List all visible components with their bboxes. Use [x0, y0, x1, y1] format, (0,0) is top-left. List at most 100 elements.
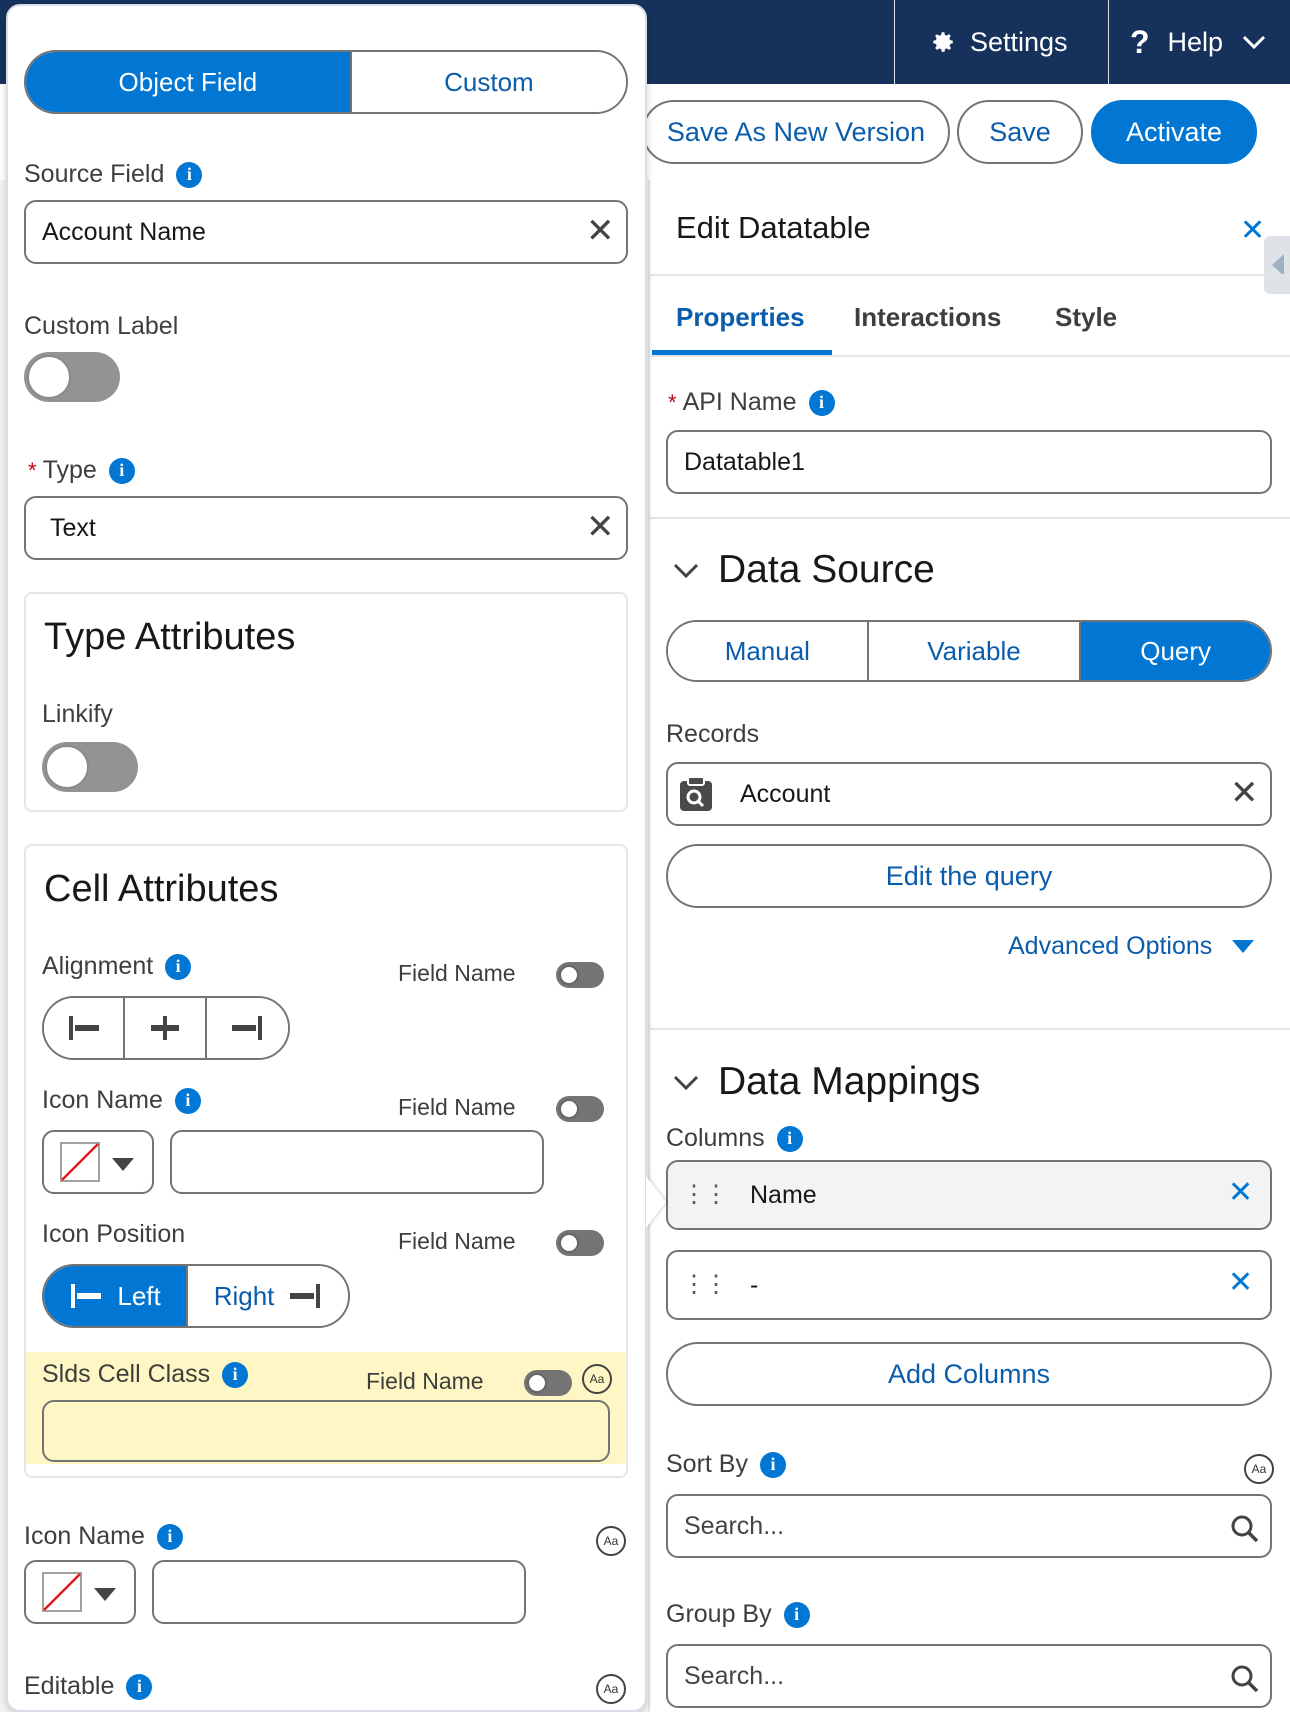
icon-name-input[interactable]	[170, 1130, 544, 1194]
info-icon: i	[222, 1361, 249, 1388]
panel-title: Edit Datatable	[676, 210, 871, 245]
chevron-down-icon	[1243, 35, 1266, 50]
align-center-icon	[151, 1016, 180, 1040]
icon-name-label: Icon Name i	[42, 1086, 201, 1115]
info-icon: i	[783, 1601, 810, 1628]
activate-button[interactable]: Activate	[1091, 100, 1257, 164]
type-input[interactable]: Text ✕	[24, 496, 628, 560]
group-by-placeholder: Search...	[684, 1661, 785, 1690]
help-label: Help	[1167, 26, 1224, 57]
align-left-button[interactable]	[44, 998, 126, 1058]
save-as-new-version-button[interactable]: Save As New Version	[642, 100, 950, 164]
formula-mode-icon[interactable]: Aa	[596, 1674, 626, 1704]
icon-position-field-name-toggle[interactable]	[556, 1230, 604, 1256]
sort-by-label: Sort By i	[666, 1450, 786, 1479]
data-source-section-header[interactable]: Data Source	[672, 548, 935, 592]
slds-cell-class-input[interactable]	[42, 1400, 610, 1462]
clear-source-field-icon[interactable]: ✕	[586, 214, 615, 248]
linkify-label: Linkify	[42, 700, 113, 728]
tab-style[interactable]: Style	[1055, 302, 1117, 333]
chevron-left-icon	[1272, 254, 1284, 276]
segment-custom[interactable]: Custom	[351, 52, 626, 112]
remove-column-icon[interactable]: ✕	[1228, 1268, 1253, 1298]
linkify-toggle[interactable]	[42, 742, 138, 792]
divider	[650, 355, 1290, 357]
advanced-options-link[interactable]: Advanced Options	[1008, 932, 1255, 961]
clear-type-icon[interactable]: ✕	[586, 510, 615, 544]
align-left-icon	[68, 1016, 99, 1040]
settings-menu[interactable]: Settings	[930, 14, 1068, 70]
chevron-down-icon	[673, 563, 699, 579]
source-field-input[interactable]: Account Name ✕	[24, 200, 628, 264]
popover-pointer	[646, 1176, 666, 1228]
column-row[interactable]: ⋮⋮ - ✕	[666, 1250, 1272, 1320]
tab-properties[interactable]: Properties	[676, 302, 805, 333]
info-icon: i	[776, 1125, 803, 1152]
icon-name-input[interactable]	[152, 1560, 526, 1624]
close-panel-icon[interactable]: ✕	[1240, 216, 1265, 246]
info-icon: i	[759, 1451, 786, 1478]
divider	[650, 1028, 1290, 1030]
caret-down-icon	[112, 1158, 134, 1171]
segment-manual[interactable]: Manual	[668, 622, 869, 680]
info-icon: i	[156, 1523, 183, 1550]
field-name-label: Field Name	[398, 960, 516, 986]
tab-interactions[interactable]: Interactions	[854, 302, 1001, 333]
divider	[650, 517, 1290, 519]
formula-mode-icon[interactable]: Aa	[1244, 1454, 1274, 1484]
gear-icon	[933, 32, 953, 52]
custom-label-label: Custom Label	[24, 312, 179, 340]
info-icon: i	[165, 953, 192, 980]
save-as-new-version-label: Save As New Version	[666, 116, 926, 147]
column-row[interactable]: ⋮⋮ Name ✕	[666, 1160, 1272, 1230]
group-by-input[interactable]: Search...	[666, 1644, 1272, 1708]
formula-mode-icon[interactable]: Aa	[596, 1526, 626, 1556]
collapse-handle[interactable]	[1264, 236, 1290, 294]
data-source-segmented-control: Manual Variable Query	[666, 620, 1272, 682]
field-name-label: Field Name	[398, 1094, 516, 1120]
records-value: Account	[740, 779, 831, 808]
remove-column-icon[interactable]: ✕	[1228, 1178, 1253, 1208]
no-icon-icon	[42, 1572, 82, 1612]
icon-position-right-label: Right	[213, 1280, 275, 1311]
api-name-input[interactable]: Datatable1	[666, 430, 1272, 494]
records-label: Records	[666, 720, 760, 748]
icon-picker[interactable]	[24, 1560, 136, 1624]
record-lookup-icon	[680, 776, 712, 811]
drag-handle-icon[interactable]: ⋮⋮	[682, 1183, 728, 1207]
segment-variable[interactable]: Variable	[868, 622, 1082, 680]
records-input[interactable]: Account ✕	[666, 762, 1272, 826]
alignment-field-name-toggle[interactable]	[556, 962, 604, 988]
edit-query-button[interactable]: Edit the query	[666, 844, 1272, 908]
segment-object-field[interactable]: Object Field	[26, 52, 352, 112]
cell-attributes-title: Cell Attributes	[44, 868, 279, 910]
icon-position-right-button[interactable]: Right	[188, 1266, 348, 1326]
slds-cell-class-field-name-toggle[interactable]	[524, 1370, 572, 1396]
drag-handle-icon[interactable]: ⋮⋮	[682, 1273, 728, 1297]
formula-mode-icon[interactable]: Aa	[582, 1364, 612, 1394]
caret-down-icon	[94, 1588, 116, 1601]
mode-segmented-control: Object Field Custom	[24, 50, 628, 114]
help-menu[interactable]: ? Help	[1130, 14, 1281, 70]
align-left-icon	[71, 1284, 102, 1308]
align-right-button[interactable]	[206, 998, 288, 1058]
save-button[interactable]: Save	[957, 100, 1083, 164]
icon-name-field-name-toggle[interactable]	[556, 1096, 604, 1122]
sort-by-input[interactable]: Search...	[666, 1494, 1272, 1558]
header-divider	[894, 0, 895, 84]
add-columns-button[interactable]: Add Columns	[666, 1342, 1272, 1406]
align-center-button[interactable]	[125, 998, 207, 1058]
data-mappings-heading: Data Mappings	[718, 1060, 981, 1103]
type-attributes-title: Type Attributes	[44, 616, 296, 658]
clear-records-icon[interactable]: ✕	[1230, 776, 1259, 810]
data-mappings-section-header[interactable]: Data Mappings	[672, 1060, 980, 1104]
no-icon-icon	[60, 1142, 100, 1182]
segment-query[interactable]: Query	[1081, 622, 1270, 680]
custom-label-toggle[interactable]	[24, 352, 120, 402]
info-icon: i	[808, 389, 835, 416]
icon-position-left-button[interactable]: Left	[44, 1266, 189, 1326]
icon-picker[interactable]	[42, 1130, 154, 1194]
align-right-icon	[290, 1284, 321, 1308]
question-icon: ?	[1130, 23, 1150, 60]
properties-panel: Edit Datatable ✕ Properties Interactions…	[648, 180, 1290, 1712]
